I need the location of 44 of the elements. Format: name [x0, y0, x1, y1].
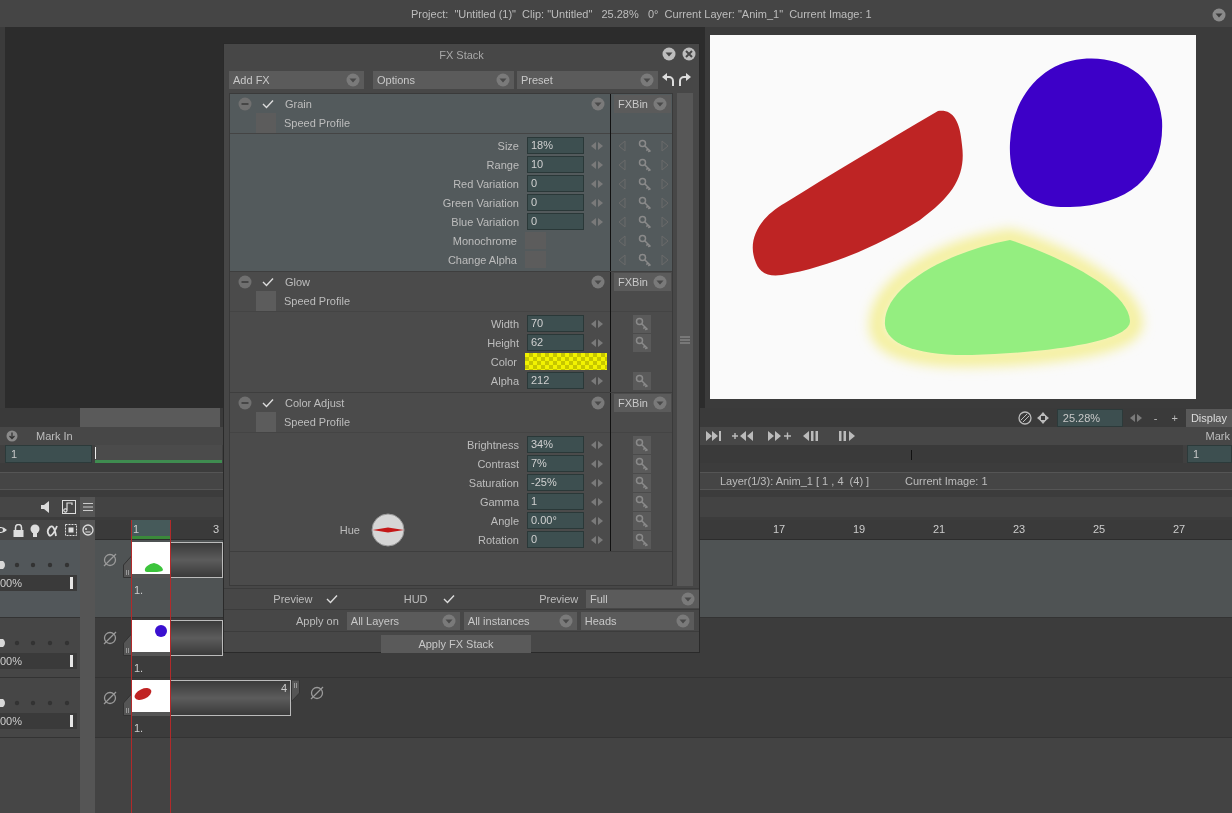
param-label: Blue Variation — [450, 215, 520, 228]
param-label: Change Alpha — [446, 253, 518, 266]
preview-label: Preview — [273, 593, 313, 605]
param-label: Brightness — [466, 438, 520, 451]
frame-number: 17 — [772, 522, 787, 537]
current-image-text: Current Image: 1 — [905, 475, 988, 487]
layer-info-text: Layer(1/3): Anim_1 [ 1 , 4 (4) ] — [720, 475, 871, 487]
effect-name: Glow — [285, 275, 311, 288]
param-label: Monochrome — [451, 234, 518, 247]
param-label: Angle — [489, 514, 520, 527]
frame-label: 1. — [134, 662, 145, 674]
speed-profile-label: Speed Profile — [284, 416, 351, 428]
mark-out-label: Mark — [1205, 430, 1230, 442]
frame-number: 21 — [932, 522, 947, 537]
status-text: Project: "Untitled (1)" Clip: "Untitled" 25.28% 0° Current Layer: "Anim_1" Current Image: 1 — [411, 7, 872, 20]
effect-name: Grain — [285, 97, 312, 110]
param-label: Color — [489, 355, 518, 368]
speed-profile-label: Speed Profile — [284, 117, 351, 129]
effect-name: Color Adjust — [285, 396, 345, 409]
frame-label: 1. — [134, 584, 145, 596]
param-label: Alpha — [489, 374, 520, 387]
param-label: Green Variation — [441, 196, 520, 209]
param-label: Range — [485, 158, 520, 171]
param-label: Contrast — [476, 457, 520, 470]
param-label: Size — [496, 139, 520, 152]
frame-number: 23 — [1012, 522, 1027, 537]
end-frame-number: 4 — [280, 682, 287, 694]
param-label: Height — [486, 336, 520, 349]
window-title: FX Stack — [439, 48, 484, 61]
param-label: Rotation — [477, 533, 520, 546]
mark-in-label: Mark In — [36, 430, 73, 442]
frame-number: 19 — [852, 522, 867, 537]
param-label: Gamma — [478, 495, 520, 508]
dial-label: Hue — [339, 524, 360, 536]
apply-on-label: Apply on — [296, 614, 339, 627]
speed-profile-label: Speed Profile — [284, 295, 351, 307]
preview-mode-label: Preview — [539, 593, 579, 605]
frame-label: 1. — [134, 722, 145, 734]
param-label: Red Variation — [452, 177, 520, 190]
hud-label: HUD — [403, 593, 428, 605]
param-label: Width — [489, 317, 520, 330]
frame-number: 27 — [1172, 522, 1187, 537]
param-label: Saturation — [467, 476, 520, 489]
frame-number: 25 — [1092, 522, 1107, 537]
